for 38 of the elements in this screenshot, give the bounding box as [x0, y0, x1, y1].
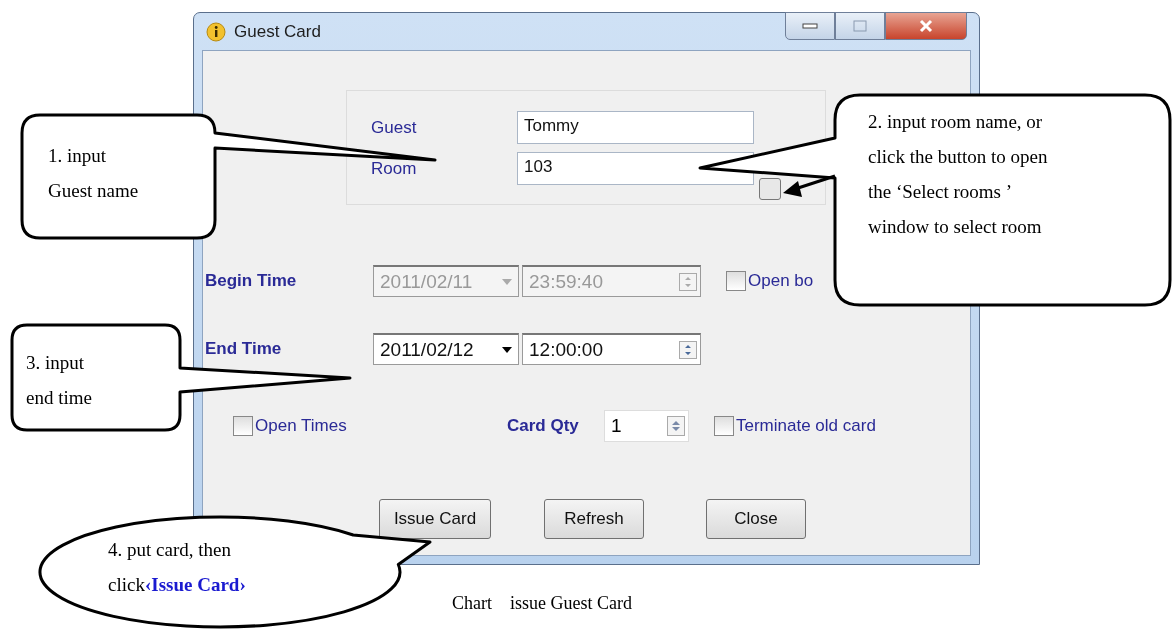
close-icon [919, 19, 933, 33]
checkbox-label: Terminate old card [736, 416, 876, 436]
dialog-button[interactable]: Refresh [544, 499, 644, 539]
spin-arrows-icon [679, 340, 697, 359]
checkbox-label: Open bo [748, 271, 814, 291]
close-button[interactable] [885, 12, 967, 40]
callout-text: 4. put card, then click‹Issue Card› [108, 538, 246, 597]
browse-button[interactable] [759, 178, 781, 200]
info-icon [206, 21, 226, 42]
callout-text: 2. input room name, or click the button to open the ‘Select rooms ’ window to select room [868, 110, 1048, 239]
field-label: Guest [371, 117, 418, 138]
callout-text: 3. input end time [26, 351, 92, 410]
dialog-button[interactable]: Issue Card [379, 499, 491, 539]
quantity-spinner[interactable]: 1 [604, 410, 689, 442]
spin-arrows-icon [679, 272, 697, 291]
text-field[interactable]: 103 [517, 152, 754, 185]
window-title: Guest Card [234, 21, 321, 42]
dropdown-arrow-icon [502, 278, 512, 285]
figure-caption: Chart issue Guest Card [452, 593, 632, 614]
time-spinner[interactable]: 12:00:00 [522, 333, 701, 365]
dialog-button[interactable]: Close [706, 499, 806, 539]
checkbox-label: Open Times [255, 416, 348, 436]
text-field[interactable]: Tommy [517, 111, 754, 144]
callout-text: 1. input Guest name [48, 144, 139, 203]
dropdown-arrow-icon [502, 346, 512, 353]
pointer-arrow [783, 174, 836, 197]
checkbox[interactable] [233, 416, 253, 436]
date-picker[interactable]: 2011/02/12 [373, 333, 519, 365]
field-label: Card Qty [507, 416, 580, 436]
field-label: End Time [205, 339, 283, 359]
maximize-icon [853, 20, 867, 32]
spin-arrows-icon [667, 416, 685, 436]
checkbox[interactable] [714, 416, 734, 436]
minimize-icon [802, 22, 818, 30]
field-label: Begin Time [205, 271, 298, 291]
maximize-button[interactable] [835, 12, 885, 40]
field-label: Room [371, 158, 418, 179]
minimize-button[interactable] [785, 12, 835, 40]
